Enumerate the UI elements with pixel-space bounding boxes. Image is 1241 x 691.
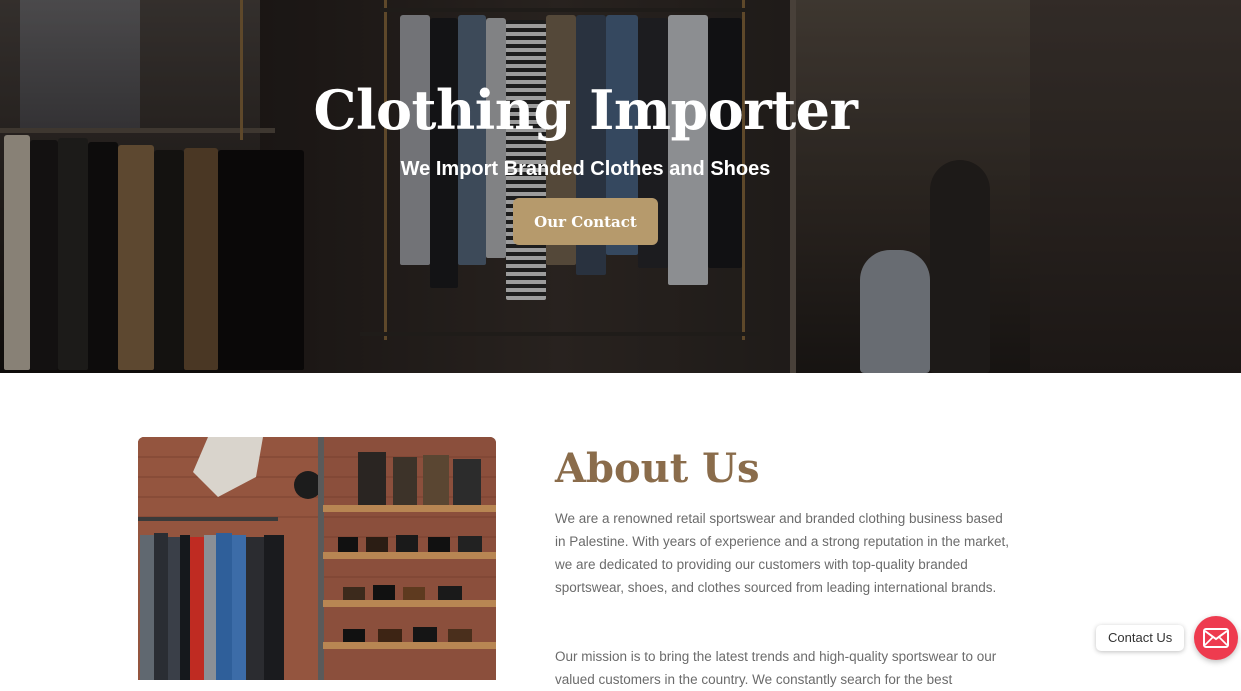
hero-title: Clothing Importer	[313, 78, 858, 142]
about-paragraph: Our mission is to bring the latest trend…	[555, 649, 997, 687]
contact-us-button[interactable]	[1194, 616, 1238, 660]
envelope-icon	[1203, 628, 1229, 648]
hero-overlay	[0, 0, 1241, 373]
hero-section: Clothing Importer We Import Branded Clot…	[0, 0, 1241, 373]
our-contact-button[interactable]: Our Contact	[513, 198, 658, 245]
store-interior-image	[138, 437, 496, 680]
about-paragraph: We are a renowned retail sportswear and …	[555, 511, 1009, 595]
contact-us-label[interactable]: Contact Us	[1096, 625, 1185, 651]
hero-subtitle: We Import Branded Clothes and Shoes	[400, 158, 771, 180]
store-interior-photo	[138, 437, 496, 680]
about-title: About Us	[555, 445, 760, 492]
